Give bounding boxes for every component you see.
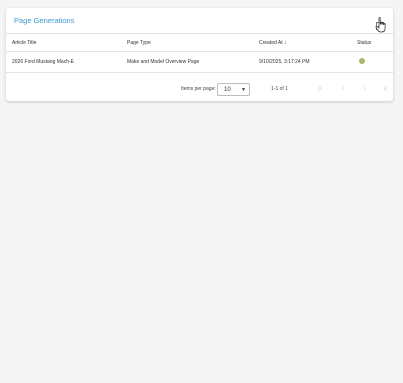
card-title: Page Generations (14, 16, 75, 25)
last-page-button[interactable]: ›| (381, 85, 389, 93)
first-page-button[interactable]: |‹ (316, 85, 324, 93)
card-header: Page Generations (6, 8, 393, 34)
table-header-row: Article Title Page Type Created At↓ Stat… (6, 34, 393, 52)
chevron-left-icon: ‹ (342, 86, 344, 92)
page-generations-card: Page Generations Article Title Page Type… (6, 8, 393, 101)
previous-page-button[interactable]: ‹ (339, 85, 347, 93)
cell-created-at: 9/10/2025, 3:17:24 PM (259, 51, 357, 73)
column-header-article-title: Article Title (6, 34, 127, 52)
caret-down-icon: ▼ (241, 87, 246, 93)
cell-article-title: 2026 Ford Mustang Mach-E (6, 51, 127, 73)
page-range-label: 1-1 of 1 (271, 86, 288, 92)
table-row[interactable]: 2026 Ford Mustang Mach-E Make and Model … (6, 51, 393, 73)
next-page-button[interactable]: › (361, 85, 369, 93)
page-generations-table: Article Title Page Type Created At↓ Stat… (6, 34, 393, 73)
last-page-icon: ›| (383, 86, 387, 92)
items-per-page-label: Items per page: (181, 86, 216, 92)
cell-page-type: Make and Model Overview Page (127, 51, 259, 73)
first-page-icon: |‹ (318, 86, 322, 92)
status-indicator-icon (359, 58, 365, 64)
chevron-right-icon: › (364, 86, 366, 92)
cell-status (357, 51, 393, 73)
column-header-created-at[interactable]: Created At↓ (259, 34, 357, 52)
column-header-status: Status (357, 34, 393, 52)
items-per-page-select[interactable]: 10 ▼ (217, 83, 250, 96)
add-page-button[interactable] (376, 17, 384, 30)
add-page-icon (376, 22, 384, 30)
items-per-page-value: 10 (224, 87, 231, 93)
column-header-page-type: Page Type (127, 34, 259, 52)
paginator: Items per page: 10 ▼ 1-1 of 1 |‹ ‹ › ›| (6, 81, 393, 101)
arrow-down-icon: ↓ (283, 39, 287, 46)
